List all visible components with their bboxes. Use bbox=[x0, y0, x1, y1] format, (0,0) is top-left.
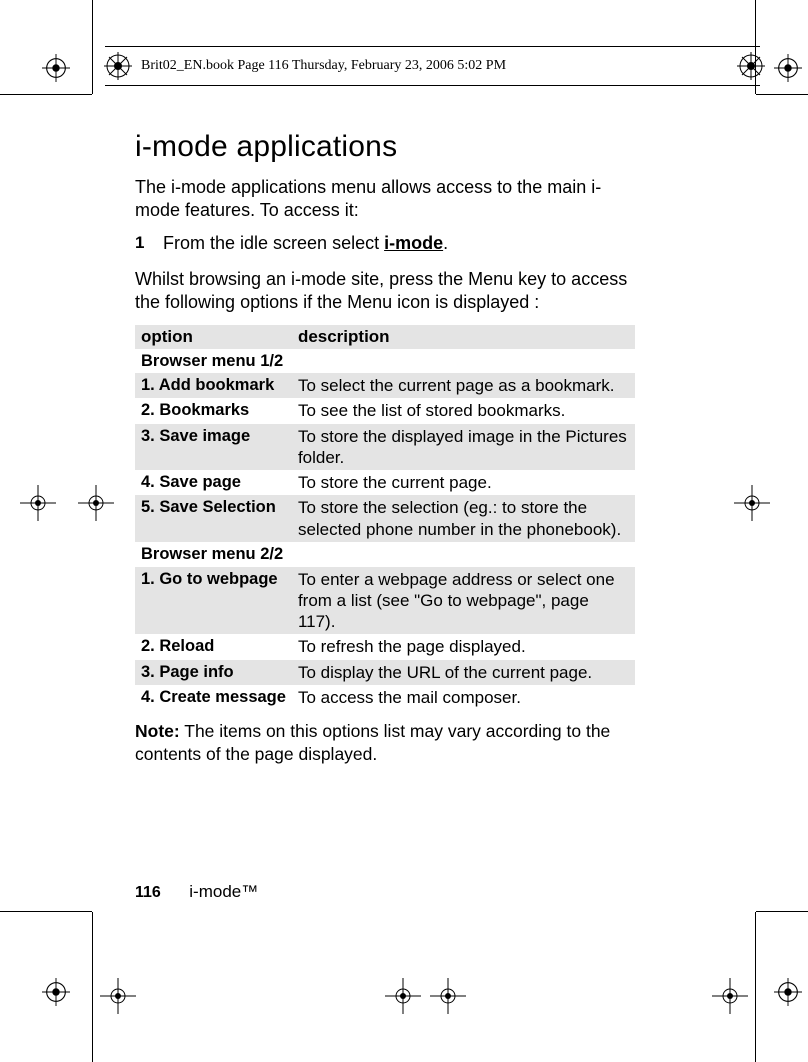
option-name: 3. Page info bbox=[135, 660, 292, 685]
table-section-row: Browser menu 1/2 bbox=[135, 349, 635, 374]
column-header-description: description bbox=[292, 325, 635, 349]
option-desc: To store the current page. bbox=[292, 470, 635, 495]
page-footer: 116 i-mode™ bbox=[135, 882, 258, 902]
chapter-name: i-mode™ bbox=[189, 882, 258, 901]
section-label: Browser menu 2/2 bbox=[135, 542, 635, 567]
option-desc: To select the current page as a bookmark… bbox=[292, 373, 635, 398]
section-label: Browser menu 1/2 bbox=[135, 349, 635, 374]
registration-mark-icon bbox=[774, 54, 802, 82]
cross-mark-icon bbox=[100, 978, 136, 1014]
table-row: 4. Save page To store the current page. bbox=[135, 470, 635, 495]
registration-mark-icon bbox=[774, 978, 802, 1006]
table-row: 1. Go to webpage To enter a webpage addr… bbox=[135, 567, 635, 635]
option-desc: To enter a webpage address or select one… bbox=[292, 567, 635, 635]
registration-mark-icon bbox=[42, 54, 70, 82]
page-number: 116 bbox=[135, 884, 161, 901]
document-header: Brit02_EN.book Page 116 Thursday, Februa… bbox=[105, 46, 760, 86]
step-keyword: i-mode bbox=[384, 233, 443, 253]
registration-mark-icon bbox=[103, 51, 133, 81]
step-item: 1 From the idle screen select i-mode. bbox=[135, 233, 635, 254]
option-desc: To see the list of stored bookmarks. bbox=[292, 398, 635, 423]
step-number: 1 bbox=[135, 233, 163, 254]
crop-line bbox=[92, 0, 93, 94]
table-row: 2. Bookmarks To see the list of stored b… bbox=[135, 398, 635, 423]
column-header-option: option bbox=[135, 325, 292, 349]
cross-mark-icon bbox=[385, 978, 421, 1014]
table-row: 3. Save image To store the displayed ima… bbox=[135, 424, 635, 471]
registration-mark-icon bbox=[42, 978, 70, 1006]
cross-mark-icon bbox=[20, 485, 56, 521]
note-label: Note: bbox=[135, 721, 180, 741]
step-suffix: . bbox=[443, 233, 448, 253]
crop-line bbox=[755, 912, 756, 1062]
option-desc: To access the mail composer. bbox=[292, 685, 635, 710]
crop-line bbox=[0, 911, 92, 912]
option-name: 2. Bookmarks bbox=[135, 398, 292, 423]
option-desc: To display the URL of the current page. bbox=[292, 660, 635, 685]
table-row: 5. Save Selection To store the selection… bbox=[135, 495, 635, 542]
options-table: option description Browser menu 1/2 1. A… bbox=[135, 325, 635, 711]
option-desc: To refresh the page displayed. bbox=[292, 634, 635, 659]
option-name: 1. Go to webpage bbox=[135, 567, 292, 635]
registration-mark-icon bbox=[736, 51, 766, 81]
table-header-row: option description bbox=[135, 325, 635, 349]
note-text: The items on this options list may vary … bbox=[135, 721, 610, 764]
option-name: 4. Create message bbox=[135, 685, 292, 710]
option-name: 5. Save Selection bbox=[135, 495, 292, 542]
option-desc: To store the selection (eg.: to store th… bbox=[292, 495, 635, 542]
intro-paragraph: The i-mode applications menu allows acce… bbox=[135, 176, 635, 223]
crop-line bbox=[756, 94, 808, 95]
cross-mark-icon bbox=[734, 485, 770, 521]
page-title: i-mode applications bbox=[135, 130, 635, 164]
page-content: i-mode applications The i-mode applicati… bbox=[135, 130, 635, 766]
step-text: From the idle screen select i-mode. bbox=[163, 233, 448, 254]
table-row: 4. Create message To access the mail com… bbox=[135, 685, 635, 710]
option-desc: To store the displayed image in the Pict… bbox=[292, 424, 635, 471]
crop-line bbox=[0, 94, 92, 95]
option-name: 3. Save image bbox=[135, 424, 292, 471]
table-row: 2. Reload To refresh the page displayed. bbox=[135, 634, 635, 659]
crop-line bbox=[92, 912, 93, 1062]
table-section-row: Browser menu 2/2 bbox=[135, 542, 635, 567]
table-row: 1. Add bookmark To select the current pa… bbox=[135, 373, 635, 398]
option-name: 2. Reload bbox=[135, 634, 292, 659]
cross-mark-icon bbox=[430, 978, 466, 1014]
cross-mark-icon bbox=[712, 978, 748, 1014]
table-row: 3. Page info To display the URL of the c… bbox=[135, 660, 635, 685]
step-prefix: From the idle screen select bbox=[163, 233, 384, 253]
crop-line bbox=[756, 911, 808, 912]
option-name: 4. Save page bbox=[135, 470, 292, 495]
header-text: Brit02_EN.book Page 116 Thursday, Februa… bbox=[141, 58, 506, 74]
note-paragraph: Note: The items on this options list may… bbox=[135, 720, 635, 766]
intro-paragraph-2: Whilst browsing an i-mode site, press th… bbox=[135, 268, 635, 315]
cross-mark-icon bbox=[78, 485, 114, 521]
option-name: 1. Add bookmark bbox=[135, 373, 292, 398]
